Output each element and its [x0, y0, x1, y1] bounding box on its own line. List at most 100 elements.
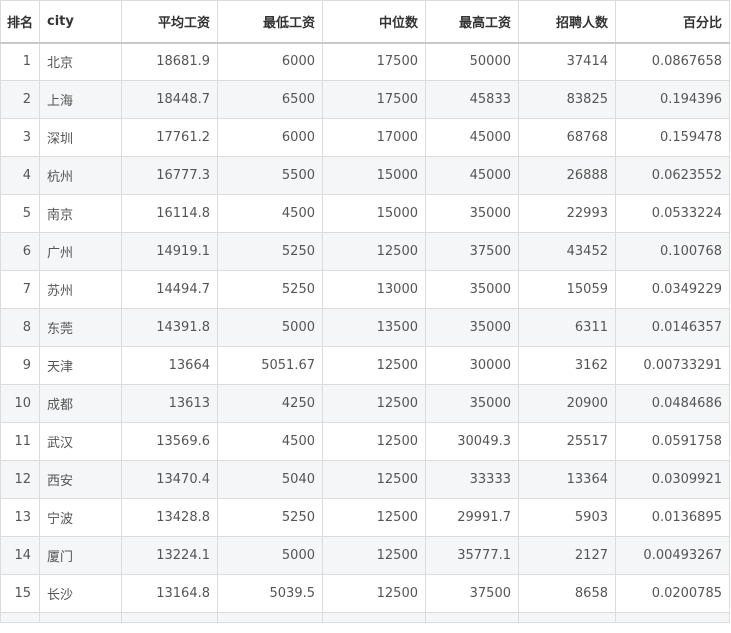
- column-header-min-salary[interactable]: 最低工资: [217, 0, 323, 44]
- cell-hiring-count: 68768: [518, 118, 616, 157]
- cell-min-salary: 4500: [217, 422, 323, 461]
- cell-avg-salary: 13164.8: [121, 574, 218, 613]
- cell-max-salary: 33333: [425, 460, 519, 499]
- table-row[interactable]: 14 厦门 13224.1 5000 12500 35777.1 2127 0.0049326…: [0, 536, 730, 575]
- cell-avg-salary: 16114.8: [121, 194, 218, 233]
- cell-avg-salary: 14494.7: [121, 270, 218, 309]
- cell-hiring-count: 5903: [518, 498, 616, 537]
- cell-median: 12500: [322, 232, 426, 271]
- table-row[interactable]: 1 北京 18681.9 6000 17500 50000 37414 0.0867658: [0, 42, 730, 81]
- cell-hiring-count: 25517: [518, 422, 616, 461]
- cell-percentage: 0.00493267: [615, 536, 730, 575]
- cell-percentage: 0.0309921: [615, 460, 730, 499]
- table-row[interactable]: 9 天津 13664 5051.67 12500 30000 3162 0.00733291: [0, 346, 730, 385]
- cell-empty: [322, 612, 426, 623]
- cell-empty: [0, 612, 40, 623]
- cell-median: 17500: [322, 42, 426, 81]
- table-row[interactable]: 6 广州 14919.1 5250 12500 37500 43452 0.100768: [0, 232, 730, 271]
- table-row[interactable]: 7 苏州 14494.7 5250 13000 35000 15059 0.0349229: [0, 270, 730, 309]
- column-header-percentage[interactable]: 百分比: [615, 0, 730, 44]
- column-header-hiring-count[interactable]: 招聘人数: [518, 0, 616, 44]
- cell-avg-salary: 18681.9: [121, 42, 218, 81]
- cell-hiring-count: 13364: [518, 460, 616, 499]
- cell-avg-salary: 13224.1: [121, 536, 218, 575]
- cell-min-salary: 5500: [217, 156, 323, 195]
- cell-rank: 6: [0, 232, 40, 271]
- cell-hiring-count: 8658: [518, 574, 616, 613]
- cell-max-salary: 50000: [425, 42, 519, 81]
- cell-max-salary: 35000: [425, 308, 519, 347]
- table-row[interactable]: 4 杭州 16777.3 5500 15000 45000 26888 0.0623552: [0, 156, 730, 195]
- cell-rank: 8: [0, 308, 40, 347]
- cell-rank: 12: [0, 460, 40, 499]
- cell-city: 杭州: [39, 156, 122, 195]
- cell-avg-salary: 13569.6: [121, 422, 218, 461]
- cell-avg-salary: 13428.8: [121, 498, 218, 537]
- cell-hiring-count: 37414: [518, 42, 616, 81]
- cell-rank: 2: [0, 80, 40, 119]
- cell-median: 12500: [322, 422, 426, 461]
- cell-max-salary: 35000: [425, 194, 519, 233]
- cell-city: 厦门: [39, 536, 122, 575]
- column-header-city[interactable]: city: [39, 0, 122, 44]
- table-row[interactable]: 11 武汉 13569.6 4500 12500 30049.3 25517 0.059175…: [0, 422, 730, 461]
- column-header-avg-salary[interactable]: 平均工资: [121, 0, 218, 44]
- cell-avg-salary: 16777.3: [121, 156, 218, 195]
- cell-empty: [217, 612, 323, 623]
- cell-min-salary: 5250: [217, 232, 323, 271]
- cell-percentage: 0.0623552: [615, 156, 730, 195]
- cell-city: 南京: [39, 194, 122, 233]
- cell-median: 17000: [322, 118, 426, 157]
- cell-min-salary: 5250: [217, 270, 323, 309]
- table-body: 1 北京 18681.9 6000 17500 50000 37414 0.0867658 2 上…: [0, 42, 730, 623]
- column-header-max-salary[interactable]: 最高工资: [425, 0, 519, 44]
- cell-median: 15000: [322, 156, 426, 195]
- table-row-partial: [0, 612, 730, 623]
- cell-median: 15000: [322, 194, 426, 233]
- cell-city: 武汉: [39, 422, 122, 461]
- cell-percentage: 0.100768: [615, 232, 730, 271]
- cell-city: 东莞: [39, 308, 122, 347]
- cell-rank: 5: [0, 194, 40, 233]
- cell-median: 12500: [322, 536, 426, 575]
- cell-hiring-count: 43452: [518, 232, 616, 271]
- cell-min-salary: 5250: [217, 498, 323, 537]
- cell-empty: [425, 612, 519, 623]
- cell-median: 12500: [322, 460, 426, 499]
- cell-median: 12500: [322, 384, 426, 423]
- cell-avg-salary: 13470.4: [121, 460, 218, 499]
- cell-avg-salary: 14391.8: [121, 308, 218, 347]
- cell-median: 12500: [322, 574, 426, 613]
- table-header-row: 排名 city 平均工资 最低工资 中位数 最高工资 招聘人数 百分比: [0, 0, 730, 44]
- cell-median: 12500: [322, 346, 426, 385]
- cell-city: 广州: [39, 232, 122, 271]
- cell-max-salary: 45000: [425, 118, 519, 157]
- table-row[interactable]: 10 成都 13613 4250 12500 35000 20900 0.0484686: [0, 384, 730, 423]
- table-row[interactable]: 15 长沙 13164.8 5039.5 12500 37500 8658 0.0200785: [0, 574, 730, 613]
- cell-hiring-count: 6311: [518, 308, 616, 347]
- cell-min-salary: 6500: [217, 80, 323, 119]
- cell-min-salary: 5000: [217, 308, 323, 347]
- cell-percentage: 0.0867658: [615, 42, 730, 81]
- cell-avg-salary: 17761.2: [121, 118, 218, 157]
- table-row[interactable]: 3 深圳 17761.2 6000 17000 45000 68768 0.159478: [0, 118, 730, 157]
- table-row[interactable]: 12 西安 13470.4 5040 12500 33333 13364 0.0309921: [0, 460, 730, 499]
- cell-max-salary: 45000: [425, 156, 519, 195]
- cell-min-salary: 6000: [217, 42, 323, 81]
- column-header-rank[interactable]: 排名: [0, 0, 40, 44]
- cell-city: 天津: [39, 346, 122, 385]
- cell-empty: [39, 612, 122, 623]
- cell-median: 13000: [322, 270, 426, 309]
- table-row[interactable]: 8 东莞 14391.8 5000 13500 35000 6311 0.0146357: [0, 308, 730, 347]
- cell-empty: [121, 612, 218, 623]
- column-header-median[interactable]: 中位数: [322, 0, 426, 44]
- cell-percentage: 0.0200785: [615, 574, 730, 613]
- cell-max-salary: 30049.3: [425, 422, 519, 461]
- cell-avg-salary: 18448.7: [121, 80, 218, 119]
- cell-city: 苏州: [39, 270, 122, 309]
- table-row[interactable]: 2 上海 18448.7 6500 17500 45833 83825 0.194396: [0, 80, 730, 119]
- table-row[interactable]: 5 南京 16114.8 4500 15000 35000 22993 0.0533224: [0, 194, 730, 233]
- cell-city: 成都: [39, 384, 122, 423]
- table-row[interactable]: 13 宁波 13428.8 5250 12500 29991.7 5903 0.0136895: [0, 498, 730, 537]
- cell-city: 西安: [39, 460, 122, 499]
